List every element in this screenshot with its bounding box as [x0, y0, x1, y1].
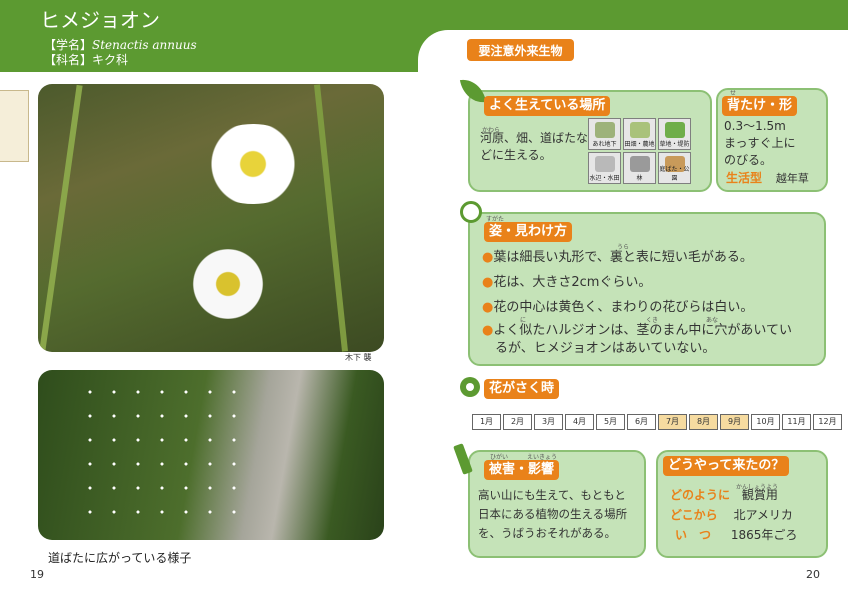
habitat-waterside-icon: 水辺・水田 [588, 152, 621, 184]
family-name: キク科 [92, 53, 129, 67]
page-tab [0, 90, 29, 162]
habitat-forest-icon: 林 [623, 152, 656, 184]
lifecycle: 生活型 越年草 [726, 171, 809, 185]
origin-when-row: い つ 1865年ごろ [675, 528, 798, 542]
bloom-month-strip: 1月 2月 3月 4月 5月 6月 7月 8月 9月 10月 11月 12月 [472, 414, 844, 430]
appearance-bullet-1: ●葉は細長い丸形で、裏と表に短い毛がある。 [482, 250, 753, 265]
grass-blade [314, 84, 348, 352]
sci-name: Stenactis annuus [92, 38, 197, 52]
appearance-bullet-5: るが、ヒメジョオンはあいていない。 [495, 341, 716, 356]
month-12: 12月 [813, 414, 842, 430]
grass-blade [39, 84, 83, 352]
family-label: 【科名】 [44, 53, 93, 67]
bloom-title: 花がさく時 [484, 379, 560, 399]
photo-credit: 木下 襲 [345, 353, 372, 362]
species-title: ヒメジョオン [40, 8, 160, 32]
month-5: 5月 [596, 414, 625, 430]
height-text: 0.3〜1.5m まっすぐ上に のびる。 [724, 119, 796, 167]
origin-title: どうやって来たの？ [663, 456, 790, 476]
habitat-text: 河原、畑、道ばたな どに生える。 [480, 131, 589, 162]
origin-where-row: どこから 北アメリカ [670, 508, 793, 522]
height-title: 背たけ・形 [722, 96, 798, 116]
month-9: 9月 [720, 414, 749, 430]
page-number-right: 20 [806, 568, 820, 581]
header-band-right [418, 0, 848, 30]
daisy-flower [183, 249, 273, 319]
page-number-left: 19 [30, 568, 44, 581]
month-2: 2月 [503, 414, 532, 430]
photo-caption: 道ばたに広がっている様子 [48, 551, 192, 565]
damage-text: 高い山にも生えて、もともと 日本にある植物の生える場所 を、うばうおそれがある。 [478, 488, 628, 540]
month-7: 7月 [658, 414, 687, 430]
flower-icon [460, 377, 480, 397]
page-header: ヒメジョオン 【学名】Stenactis annuus 【科名】キク科 [0, 0, 848, 72]
appearance-title: 姿・見わけ方 [484, 222, 573, 242]
habitat-icon-grid: あれ地下 田畑・農地 草地・堤防 水辺・水田 林 庭ばた・公園 [588, 118, 691, 184]
habitat-farmland-icon: 田畑・農地 [623, 118, 656, 150]
habitat-wasteland-icon: あれ地下 [588, 118, 621, 150]
month-3: 3月 [534, 414, 563, 430]
species-names: 【学名】Stenactis annuus 【科名】キク科 [44, 38, 197, 68]
appearance-bullet-4: ●よく似たハルジオンは、茎のまん中に穴があいてい [482, 323, 792, 338]
warning-badge: 要注意外来生物 [467, 39, 574, 61]
habitat-grassland-icon: 草地・堤防 [658, 118, 691, 150]
flower-field [78, 380, 248, 520]
month-4: 4月 [565, 414, 594, 430]
photo-roadside-field [38, 370, 384, 540]
daisy-flower [198, 124, 308, 204]
sci-label: 【学名】 [44, 38, 93, 52]
photo-flower-closeup [38, 84, 384, 352]
month-8: 8月 [689, 414, 718, 430]
magnifier-icon [460, 201, 482, 223]
origin-how-row: どのように 観賞用 [670, 488, 778, 502]
habitat-title: よく生えている場所 [484, 96, 611, 116]
month-1: 1月 [472, 414, 501, 430]
habitat-park-icon: 庭ばた・公園 [658, 152, 691, 184]
month-11: 11月 [782, 414, 811, 430]
month-6: 6月 [627, 414, 656, 430]
month-10: 10月 [751, 414, 780, 430]
damage-title: 被害・影響 [484, 460, 560, 480]
appearance-bullet-2: ●花は、大きさ2cmぐらい。 [482, 275, 652, 290]
